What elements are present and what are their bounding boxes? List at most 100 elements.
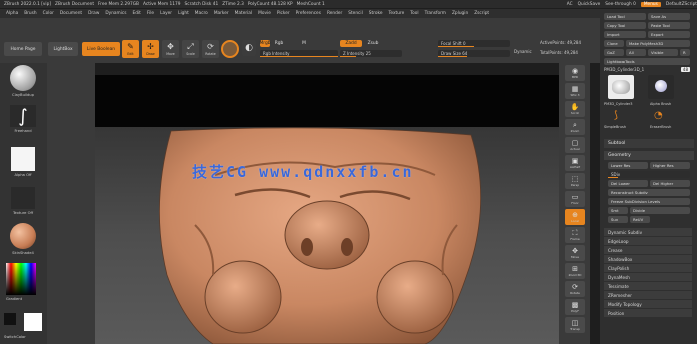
goz-button[interactable]: GoZ <box>604 49 624 56</box>
modify-topology-item[interactable]: Modify Topology <box>604 300 692 308</box>
menu-picker[interactable]: Picker <box>277 11 290 16</box>
crease-item[interactable]: Crease <box>604 246 692 254</box>
import-button[interactable]: Import <box>604 31 646 38</box>
see-through-slider[interactable]: See-through 0 <box>605 2 636 7</box>
tessimate-item[interactable]: Tessimate <box>604 282 692 290</box>
menu-stroke[interactable]: Stroke <box>369 11 383 16</box>
menu-transform[interactable]: Transform <box>425 11 446 16</box>
live-boolean-button[interactable]: Live Boolean <box>82 42 120 56</box>
menu-material[interactable]: Material <box>235 11 252 16</box>
ac-button[interactable]: AC <box>567 2 573 7</box>
quicksave-button[interactable]: QuickSave <box>578 2 601 7</box>
rgb-intensity-slider[interactable]: Rgb Intensity <box>260 50 338 57</box>
menu-brush[interactable]: Brush <box>24 11 36 16</box>
all-button[interactable]: All <box>626 49 646 56</box>
frame-button[interactable]: ⛶ Frame <box>565 227 585 243</box>
divide-button[interactable]: Divide <box>630 207 690 214</box>
dynamic-subdiv-item[interactable]: Dynamic Subdiv <box>604 228 692 236</box>
material-swatch-icon[interactable] <box>221 40 239 58</box>
menu-tool[interactable]: Tool <box>410 11 418 16</box>
focal-shift-slider[interactable]: Focal Shift 0 <box>438 40 510 47</box>
texture-selector[interactable]: Texture Off <box>4 187 42 215</box>
material-selector[interactable]: SkinShade4 <box>4 223 42 255</box>
menu-stencil[interactable]: Stencil <box>348 11 363 16</box>
transp-button[interactable]: ◫ Transp <box>565 317 585 333</box>
menu-texture[interactable]: Texture <box>389 11 405 16</box>
shadowbox-item[interactable]: ShadowBox <box>604 255 692 263</box>
switch-color-button[interactable]: SwitchColor <box>4 335 26 339</box>
draw-size-slider[interactable]: Draw Size 64 <box>438 50 510 57</box>
r-button[interactable]: R <box>680 49 690 56</box>
clone-button[interactable]: Clone <box>604 40 624 47</box>
spix-button[interactable]: ▦ SPix 3 <box>565 83 585 99</box>
menu-movie[interactable]: Movie <box>258 11 271 16</box>
menu-dynamics[interactable]: Dynamics <box>105 11 126 16</box>
menu-macro[interactable]: Macro <box>195 11 208 16</box>
sdiv-slider[interactable]: SDiv <box>608 171 690 178</box>
freeze-subdiv-button[interactable]: Freeze SubDivision Levels <box>608 198 690 205</box>
brush-selector[interactable]: ClayBuildup <box>4 65 42 97</box>
position-item[interactable]: Position <box>604 309 692 317</box>
color-drop-icon[interactable]: ◐ <box>242 40 256 56</box>
dynamic-toggle[interactable]: Dynamic <box>514 49 532 54</box>
menu-zscript[interactable]: Zscript <box>474 11 489 16</box>
home-page-button[interactable]: Home Page <box>4 42 42 56</box>
subtool-header[interactable]: Subtool <box>604 139 694 148</box>
higher-res-button[interactable]: Higher Res <box>650 162 690 169</box>
actual-button[interactable]: ▢ Actual <box>565 137 585 153</box>
rgb-button[interactable]: Rgb <box>272 40 286 47</box>
scale-mode-button[interactable]: ⤢ Scale <box>182 40 199 58</box>
color-picker[interactable] <box>6 263 36 295</box>
m-button[interactable]: M <box>300 40 308 47</box>
eraserbrush-icon[interactable]: ◔ <box>654 110 663 121</box>
dynamesh-item[interactable]: DynaMesh <box>604 273 692 281</box>
save-as-button[interactable]: Save As <box>648 13 690 20</box>
edit-mode-button[interactable]: ✎ Edit <box>122 40 139 58</box>
menu-layer[interactable]: Layer <box>160 11 172 16</box>
z-intensity-slider[interactable]: Z Intensity 25 <box>340 50 402 57</box>
default-zscript-button[interactable]: DefaultZScript <box>666 2 697 7</box>
canvas-viewport[interactable] <box>95 75 559 344</box>
export-button[interactable]: Export <box>648 31 690 38</box>
menu-light[interactable]: Light <box>178 11 189 16</box>
zoom-button[interactable]: ⌕ Zoom <box>565 119 585 135</box>
menu-marker[interactable]: Marker <box>214 11 229 16</box>
simplebrush-icon[interactable]: ⟆ <box>614 110 618 121</box>
scroll-button[interactable]: ✋ Scroll <box>565 101 585 117</box>
bpr-button[interactable]: ◉ BPR <box>565 65 585 81</box>
local-button[interactable]: ⊕ Local <box>565 209 585 225</box>
reconstruct-subdiv-button[interactable]: Reconstruct Subdiv <box>608 189 690 196</box>
make-polymesh-button[interactable]: Make PolyMesh3D <box>626 40 690 47</box>
primary-color-swatch[interactable] <box>24 313 42 331</box>
del-lower-button[interactable]: Del Lower <box>608 180 648 187</box>
menu-alpha[interactable]: Alpha <box>6 11 18 16</box>
copy-tool-button[interactable]: Copy Tool <box>604 22 646 29</box>
draw-mode-button[interactable]: ✢ Draw <box>142 40 159 58</box>
lightbox-button[interactable]: LightBox <box>48 42 78 56</box>
menu-render[interactable]: Render <box>327 11 342 16</box>
move-mode-button[interactable]: ✥ Move <box>162 40 179 58</box>
menu-document[interactable]: Document <box>60 11 82 16</box>
secondary-color-swatch[interactable] <box>4 313 16 325</box>
del-higher-button[interactable]: Del Higher <box>650 180 690 187</box>
smt-toggle[interactable]: Smt <box>608 207 628 214</box>
paste-tool-button[interactable]: Paste Tool <box>648 22 690 29</box>
menu-draw[interactable]: Draw <box>88 11 99 16</box>
zsub-button[interactable]: Zsub <box>366 40 380 47</box>
reuv-toggle[interactable]: ReUV <box>630 216 650 223</box>
alpha-selector[interactable]: Alpha Off <box>4 147 42 177</box>
persp-button[interactable]: ⬚ Persp <box>565 173 585 189</box>
rotate-view-button[interactable]: ⟳ Rotate <box>565 281 585 297</box>
visible-button[interactable]: Visible <box>648 49 678 56</box>
menus-button[interactable]: Menus <box>640 1 661 7</box>
mrgb-button[interactable]: Mrgb <box>259 40 271 47</box>
zoom3d-button[interactable]: ⊞ Zoom3D <box>565 263 585 279</box>
geometry-header[interactable]: Geometry <box>604 151 694 160</box>
claypolish-item[interactable]: ClayPolish <box>604 264 692 272</box>
lower-res-button[interactable]: Lower Res <box>608 162 648 169</box>
menu-file[interactable]: File <box>147 11 154 16</box>
menu-zplugin[interactable]: Zplugin <box>452 11 468 16</box>
sculpt-mesh[interactable] <box>95 75 559 344</box>
zremesher-item[interactable]: ZRemesher <box>604 291 692 299</box>
menu-color[interactable]: Color <box>43 11 54 16</box>
